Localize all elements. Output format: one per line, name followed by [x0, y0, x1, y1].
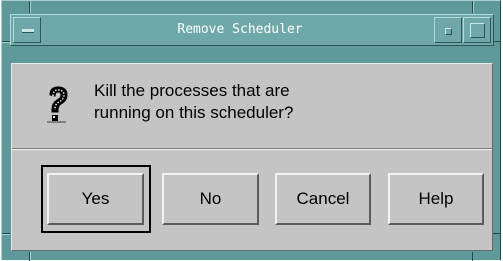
separator [12, 148, 492, 150]
window-menu-button[interactable] [13, 17, 41, 43]
frame-notch [30, 1, 31, 13]
window-title: Remove Scheduler [177, 22, 303, 37]
dialog-window: Remove Scheduler Kill the processes that… [1, 0, 501, 261]
question-mark-icon [47, 86, 68, 123]
frame-notch [2, 234, 10, 235]
frame-notch [2, 42, 10, 43]
title-bar[interactable]: Remove Scheduler [10, 14, 494, 46]
dialog-body: Kill the processes that are running on t… [11, 63, 493, 251]
message-line-1: Kill the processes that are [94, 81, 290, 100]
message-area: Kill the processes that are running on t… [12, 64, 492, 146]
maximize-icon [470, 23, 485, 38]
frame-notch [492, 233, 500, 234]
minimize-button[interactable] [434, 17, 462, 43]
maximize-button[interactable] [463, 17, 491, 43]
window-menu-icon [22, 29, 34, 33]
message-line-2: running on this scheduler? [94, 103, 294, 122]
frame-notch [473, 1, 474, 13]
no-button[interactable]: No [162, 173, 259, 225]
yes-button[interactable]: Yes [47, 173, 144, 225]
minimize-icon [445, 28, 452, 35]
help-button[interactable]: Help [388, 173, 484, 225]
cancel-button[interactable]: Cancel [275, 173, 371, 225]
